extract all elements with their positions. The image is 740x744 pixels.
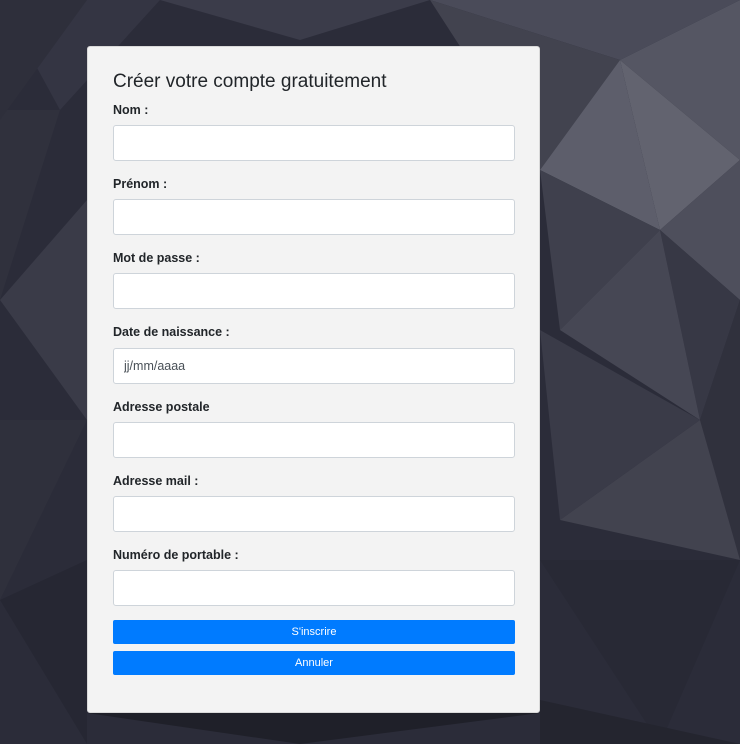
- postal-address-label: Adresse postale: [113, 400, 210, 414]
- password-label: Mot de passe :: [113, 251, 200, 265]
- last-name-input[interactable]: [113, 125, 515, 161]
- cancel-button[interactable]: Annuler: [113, 651, 515, 675]
- postal-address-input[interactable]: [113, 422, 515, 458]
- signup-card: Créer votre compte gratuitement Nom : Pr…: [87, 46, 540, 713]
- email-label: Adresse mail :: [113, 474, 199, 488]
- email-input[interactable]: [113, 496, 515, 532]
- signup-button[interactable]: S'inscrire: [113, 620, 515, 644]
- first-name-input[interactable]: [113, 199, 515, 235]
- last-name-label: Nom :: [113, 103, 149, 117]
- birthdate-label: Date de naissance :: [113, 325, 230, 339]
- password-input[interactable]: [113, 273, 515, 309]
- mobile-number-label: Numéro de portable :: [113, 548, 239, 562]
- mobile-number-input[interactable]: [113, 570, 515, 606]
- first-name-label: Prénom :: [113, 177, 168, 191]
- form-title: Créer votre compte gratuitement: [113, 71, 387, 92]
- birthdate-input[interactable]: [113, 348, 515, 384]
